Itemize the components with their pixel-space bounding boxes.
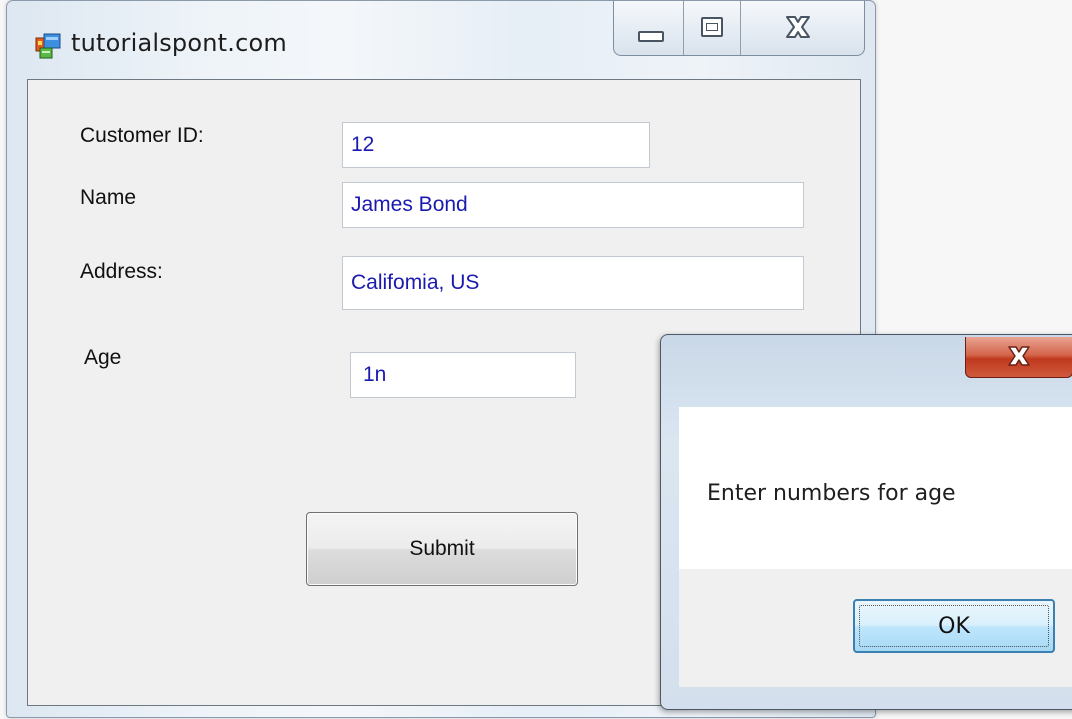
message-box-footer: OK: [679, 569, 1072, 687]
close-button[interactable]: [741, 1, 864, 55]
customer-id-label: Customer ID:: [80, 124, 204, 147]
minimize-icon: [638, 31, 664, 42]
submit-button[interactable]: Submit: [306, 512, 578, 586]
name-label: Name: [80, 186, 137, 209]
address-input[interactable]: Califomia, US: [342, 256, 804, 310]
message-box: Enter numbers for age OK: [660, 334, 1072, 710]
minimize-button[interactable]: [614, 1, 685, 55]
ok-button[interactable]: OK: [853, 599, 1055, 653]
close-icon: [785, 16, 810, 38]
customer-id-input[interactable]: 12: [342, 122, 650, 168]
message-box-close-button[interactable]: [965, 337, 1072, 378]
message-box-body: Enter numbers for age: [679, 407, 1072, 569]
maximize-button[interactable]: [684, 1, 741, 55]
screen: tutorialspont.com Customer ID: 12 Name J…: [0, 0, 1072, 719]
close-icon: [1008, 346, 1030, 366]
age-input[interactable]: 1n: [350, 352, 576, 398]
message-text: Enter numbers for age: [707, 481, 956, 506]
title-bar[interactable]: tutorialspont.com: [7, 1, 875, 81]
maximize-icon: [701, 17, 724, 37]
name-input[interactable]: James Bond: [342, 182, 804, 228]
app-icon: [35, 33, 61, 59]
window-title: tutorialspont.com: [71, 29, 287, 57]
age-label: Age: [84, 346, 122, 369]
caption-buttons: [613, 1, 865, 56]
address-label: Address:: [80, 260, 163, 283]
